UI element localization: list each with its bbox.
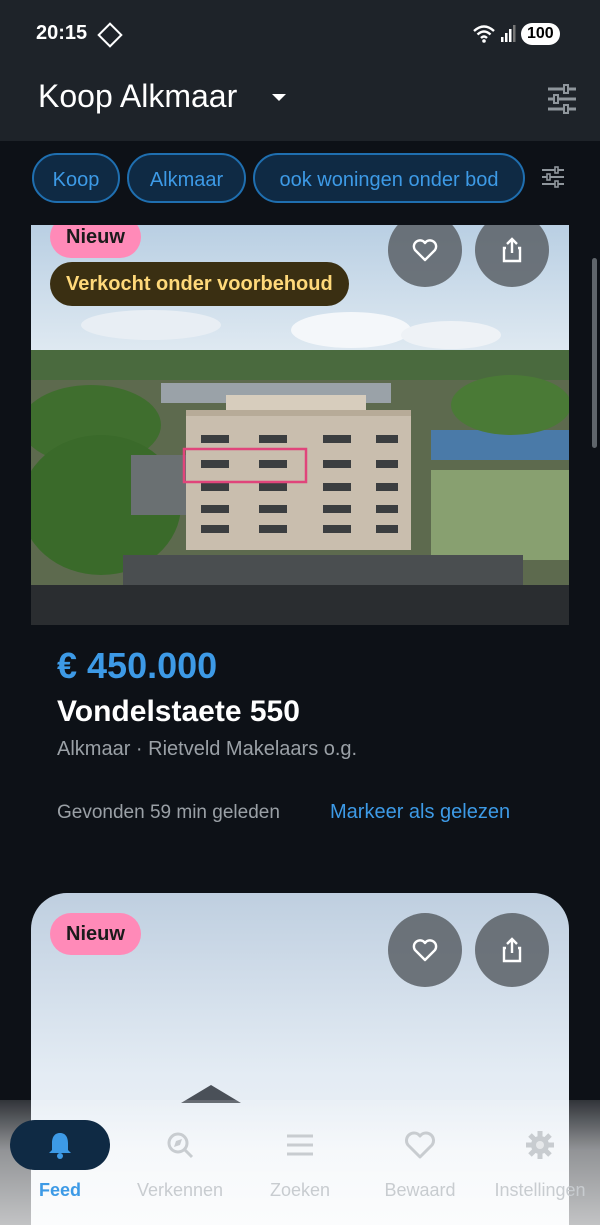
status-time: 20:15 <box>36 22 88 44</box>
chip-onder-bod[interactable]: ook woningen onder bod <box>253 153 525 203</box>
chip-alkmaar[interactable]: Alkmaar <box>127 153 246 203</box>
new-badge: Nieuw <box>50 225 141 258</box>
nav-label: Bewaard <box>384 1180 456 1200</box>
nav-label: Feed <box>38 1180 81 1200</box>
nav-item-instellingen[interactable]: Instellingen <box>480 1100 600 1225</box>
tune-icon <box>287 1134 313 1156</box>
share-icon <box>502 237 522 263</box>
nav-item-bewaard[interactable]: Bewaard <box>360 1100 480 1225</box>
nav-item-zoeken[interactable]: Zoeken <box>240 1100 360 1225</box>
nav-label: Verkennen <box>136 1180 224 1200</box>
share-icon <box>502 937 522 963</box>
listing-address[interactable]: Vondelstaete 550 <box>57 695 300 729</box>
search-title[interactable]: Koop Alkmaar <box>38 78 237 115</box>
app-bar: Koop Alkmaar <box>0 68 600 141</box>
listing-price: € 450.000 <box>57 645 218 686</box>
heart-icon <box>405 1131 435 1159</box>
tune-icon[interactable] <box>541 166 565 188</box>
share-button[interactable] <box>475 913 549 987</box>
battery-indicator: 100 <box>521 23 560 45</box>
bell-icon <box>49 1133 71 1159</box>
app-notification-icon <box>97 22 123 48</box>
explore-icon <box>167 1132 194 1159</box>
status-bar: 20:15 100 <box>0 0 600 68</box>
nav-label: Instellingen <box>494 1180 586 1200</box>
nav-item-feed[interactable]: Feed <box>0 1100 120 1225</box>
mark-as-read-button[interactable]: Markeer als gelezen <box>330 801 510 824</box>
sold-status-badge: Verkocht onder voorbehoud <box>50 262 349 306</box>
bottom-navigation: Feed Verkennen Zoeken Bewaard Instelling… <box>0 1100 600 1225</box>
heart-icon <box>412 939 438 962</box>
nav-item-verkennen[interactable]: Verkennen <box>120 1100 240 1225</box>
dropdown-caret-icon[interactable] <box>270 92 288 104</box>
found-time: Gevonden 59 min geleden <box>57 802 280 823</box>
nav-label: Zoeken <box>269 1180 331 1200</box>
scrollbar[interactable] <box>592 258 597 448</box>
wifi-icon <box>473 25 495 43</box>
favorite-button[interactable] <box>388 913 462 987</box>
filter-chip-row: Koop Alkmaar ook woningen onder bod <box>0 141 600 225</box>
filter-icon[interactable] <box>546 84 578 114</box>
chip-koop[interactable]: Koop <box>32 153 120 203</box>
gear-icon <box>526 1131 554 1159</box>
signal-icon <box>501 25 516 42</box>
heart-icon <box>412 239 438 262</box>
listing-location-agent: Alkmaar · Rietveld Makelaars o.g. <box>57 738 358 760</box>
new-badge: Nieuw <box>50 913 141 955</box>
listing-card[interactable]: Nieuw Verkocht onder voorbehoud <box>31 225 569 625</box>
